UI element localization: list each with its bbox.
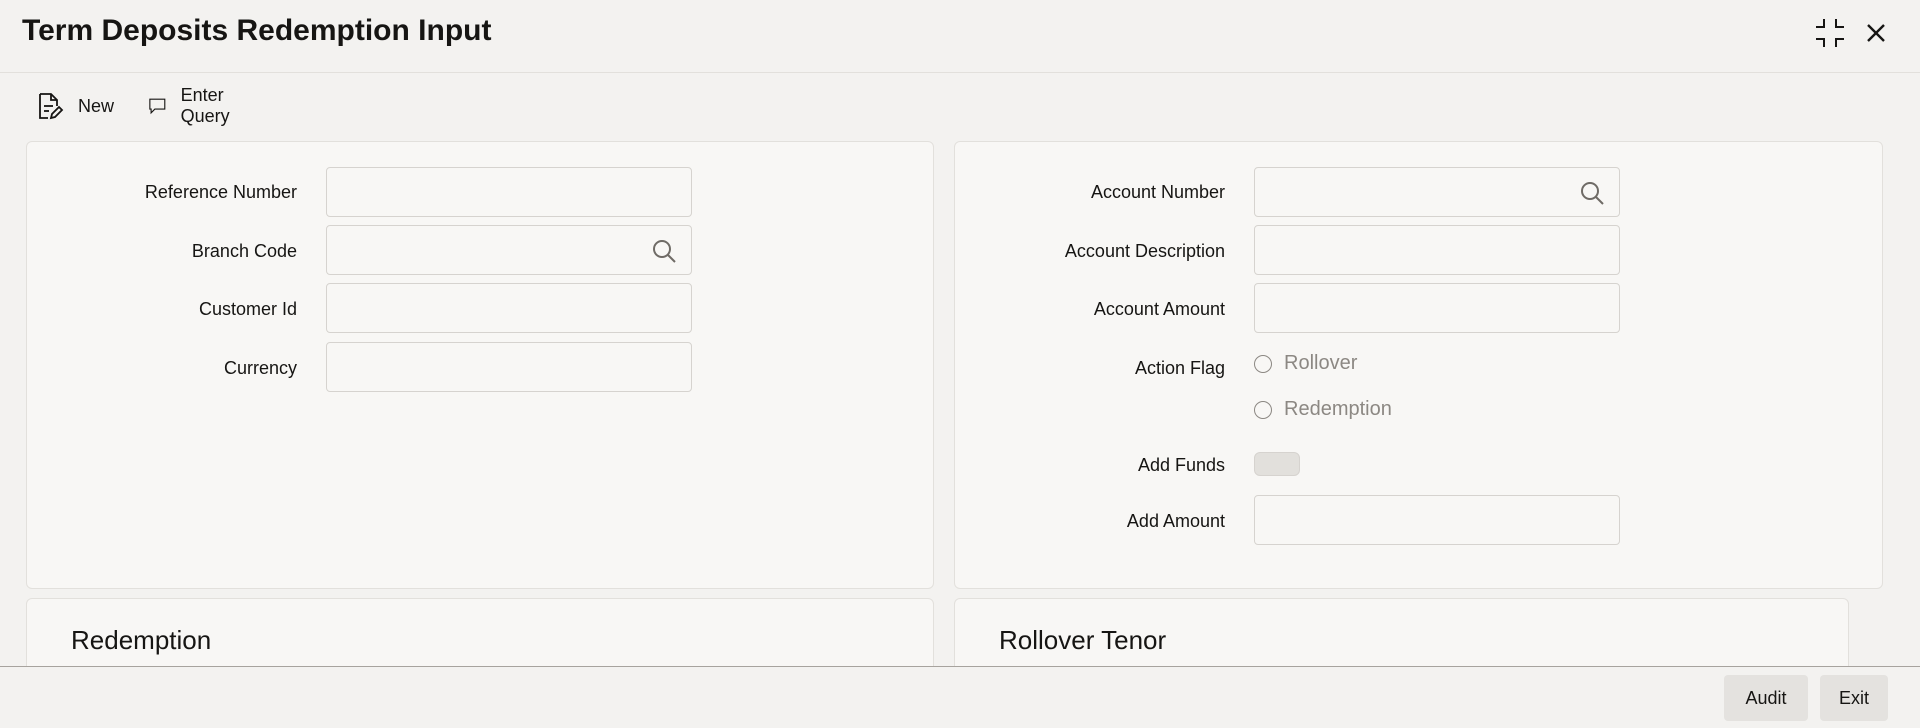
account-amount-field[interactable] xyxy=(1254,283,1620,333)
right-details-panel: Account Number Account Description Accou… xyxy=(954,141,1883,589)
add-amount-label: Add Amount xyxy=(1126,511,1225,531)
account-number-field[interactable] xyxy=(1254,167,1620,217)
rollover-tenor-section-title: Rollover Tenor xyxy=(999,625,1167,655)
redemption-radio-label: Redemption xyxy=(1284,398,1392,420)
currency-label: Currency xyxy=(223,358,297,378)
add-funds-label: Add Funds xyxy=(1137,455,1225,475)
chat-bubble-icon xyxy=(149,98,166,115)
radio-circle xyxy=(1254,354,1272,373)
account-amount-label: Account Amount xyxy=(1093,299,1225,319)
new-label: New xyxy=(78,95,115,116)
customer-id-label: Customer Id xyxy=(198,299,297,319)
left-details-panel: Reference Number Branch Code Customer Id… xyxy=(26,141,934,589)
account-description-label: Account Description xyxy=(1064,241,1225,261)
enter-query-label: Enter Query xyxy=(180,85,230,126)
redemption-radio[interactable]: Redemption xyxy=(1254,398,1392,421)
footer-bar: Audit Exit xyxy=(0,666,1920,728)
radio-circle xyxy=(1254,400,1272,419)
search-icon[interactable] xyxy=(1579,180,1605,206)
close-icon[interactable] xyxy=(1859,16,1893,50)
rollover-radio[interactable]: Rollover xyxy=(1254,352,1357,375)
account-number-label: Account Number xyxy=(1090,182,1225,202)
title-bar: Term Deposits Redemption Input xyxy=(0,0,1920,73)
branch-code-field[interactable] xyxy=(326,225,692,275)
audit-button[interactable]: Audit xyxy=(1724,675,1808,721)
branch-code-label: Branch Code xyxy=(191,241,297,261)
enter-query-button[interactable]: Enter Query xyxy=(148,84,241,128)
account-description-field[interactable] xyxy=(1254,225,1620,275)
rollover-radio-label: Rollover xyxy=(1284,352,1358,374)
search-icon[interactable] xyxy=(651,238,677,264)
add-funds-toggle[interactable] xyxy=(1254,452,1300,476)
exit-button[interactable]: Exit xyxy=(1820,675,1888,721)
page-title: Term Deposits Redemption Input xyxy=(22,14,492,47)
collapse-icon[interactable] xyxy=(1813,16,1847,50)
reference-number-label: Reference Number xyxy=(144,182,297,202)
redemption-section-title: Redemption xyxy=(71,625,212,655)
reference-number-field[interactable] xyxy=(326,167,692,217)
new-button[interactable]: New xyxy=(34,84,114,128)
action-flag-label: Action Flag xyxy=(1134,358,1225,378)
add-amount-field[interactable] xyxy=(1254,495,1620,545)
new-document-icon xyxy=(39,93,64,120)
customer-id-field[interactable] xyxy=(326,283,692,333)
currency-field[interactable] xyxy=(326,342,692,392)
